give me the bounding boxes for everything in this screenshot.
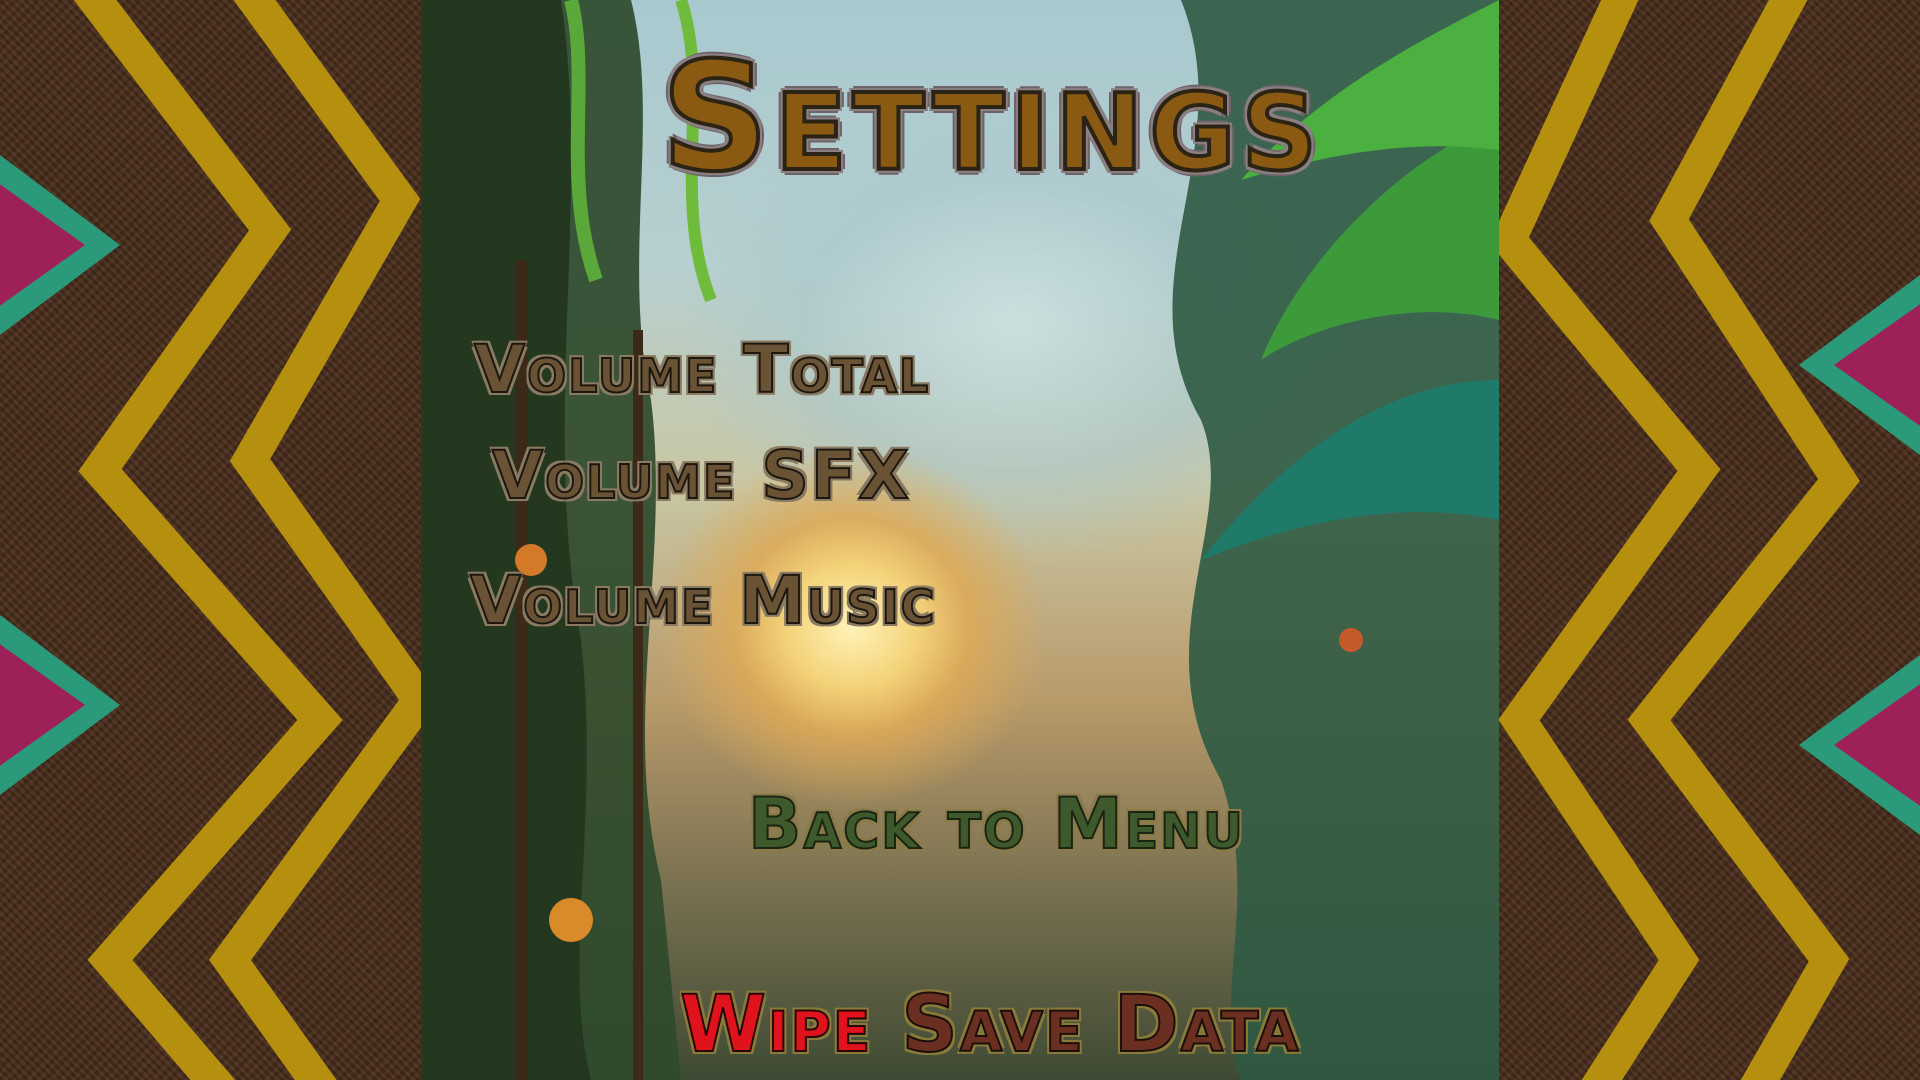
volume-total-option[interactable]: Volume Total [473, 333, 930, 407]
right-tribal-border [1499, 0, 1920, 1080]
volume-sfx-option[interactable]: Volume SFX [491, 439, 911, 513]
zigzag-band-1 [1499, 0, 1721, 1080]
right-zigzag-pattern [1499, 0, 1920, 1080]
wipe-save-data-button[interactable]: Wipe Save Data [679, 980, 1301, 1070]
page-title: Settings [659, 31, 1324, 205]
volume-music-option[interactable]: Volume Music [469, 564, 936, 638]
left-zigzag-pattern [0, 0, 421, 1080]
back-to-menu-button[interactable]: Back to Menu [747, 787, 1245, 861]
zigzag-band-2 [1627, 0, 1860, 1080]
left-tribal-border [0, 0, 421, 1080]
flower-1 [549, 898, 593, 942]
settings-screen: Settings Volume Total Volume SFX Volume … [0, 0, 1920, 1080]
wipe-warning-word: Wipe [679, 980, 873, 1070]
zigzag-band-2 [209, 0, 421, 1080]
flower-3 [1339, 628, 1363, 652]
zigzag-band-1 [73, 0, 343, 1080]
wipe-rest-label: Save Data [872, 980, 1301, 1070]
